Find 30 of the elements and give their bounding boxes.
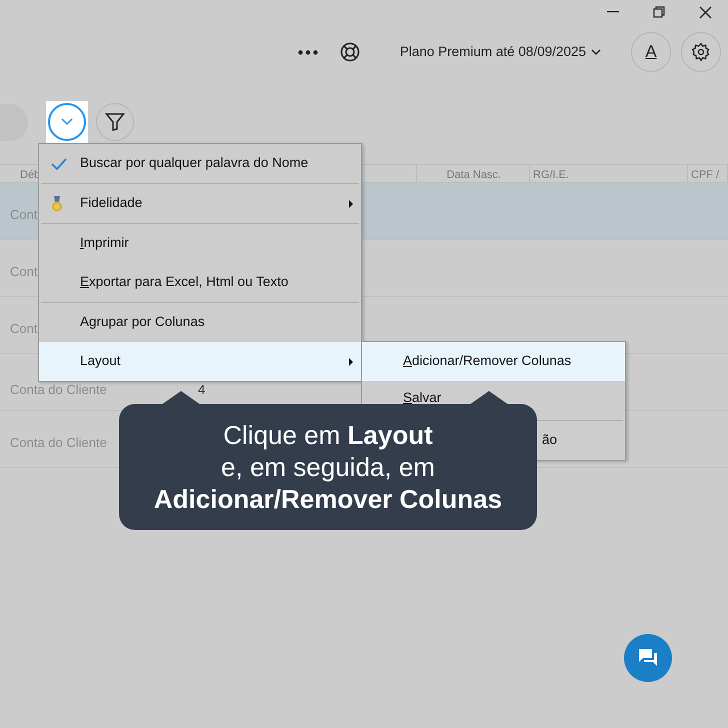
more-icon[interactable]: [298, 50, 318, 54]
menu-item[interactable]: Agrupar por Colunas: [39, 303, 361, 342]
table-cell: Cont: [10, 264, 38, 279]
menu-item[interactable]: Adicionar/Remover Colunas: [362, 342, 625, 381]
tooltip-text: Clique em Layout e, em seguida, em Adicionar/Remover Colunas: [154, 419, 502, 515]
chat-button[interactable]: [624, 634, 672, 682]
menu-item[interactable]: Fidelidade: [39, 184, 361, 223]
filter-icon: [105, 112, 125, 132]
restore-icon[interactable]: [653, 6, 665, 18]
table-cell: Cont: [10, 321, 38, 336]
table-cell: 4: [198, 382, 206, 397]
settings-button[interactable]: [681, 32, 721, 72]
table-cell: Cont: [10, 207, 38, 222]
lifebuoy-icon[interactable]: [340, 42, 360, 62]
account-button[interactable]: A: [631, 32, 671, 72]
settings-icon: [691, 42, 711, 62]
minimize-icon[interactable]: [607, 11, 619, 13]
chevron-down-icon: [61, 118, 73, 126]
medal-icon: [51, 196, 63, 212]
menu-item[interactable]: Buscar por qualquer palavra do Nome: [39, 144, 361, 183]
submenu-arrow-icon: [349, 200, 353, 208]
table-cell: Conta do Cliente: [10, 382, 107, 397]
filter-button[interactable]: [96, 103, 134, 141]
menu-item[interactable]: Layout: [39, 342, 361, 381]
chevron-down-icon: [591, 49, 601, 55]
table-cell: Conta do Cliente: [10, 435, 107, 450]
close-icon[interactable]: [698, 6, 712, 18]
plan-dropdown[interactable]: Plano Premium até 08/09/2025: [394, 40, 607, 64]
submenu-arrow-icon: [349, 358, 353, 366]
dropdown-button[interactable]: [48, 103, 86, 141]
